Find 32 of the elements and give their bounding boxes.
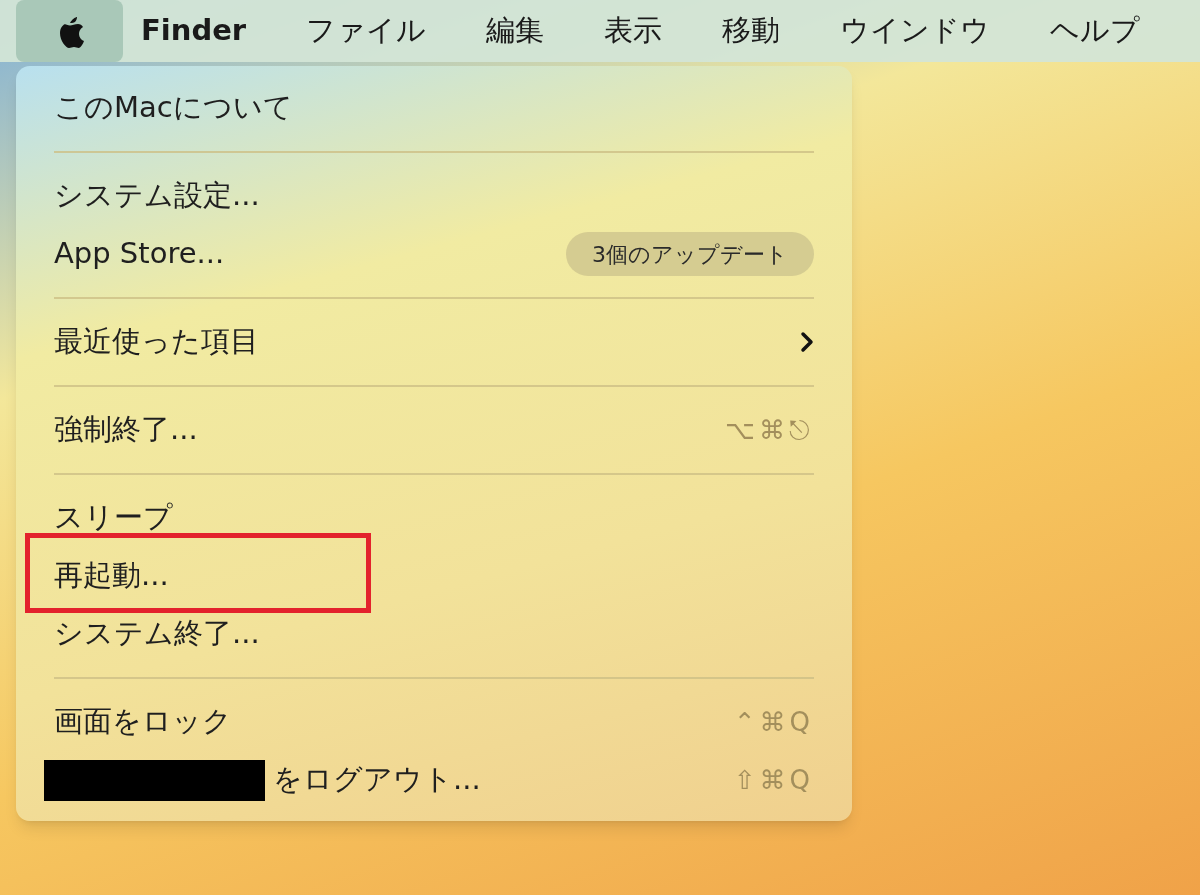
menu-item[interactable]: 最近使った項目	[16, 313, 852, 371]
menu-item-label: 強制終了...	[54, 411, 198, 449]
menu-item-label: システム終了...	[54, 615, 260, 653]
menu-item[interactable]: 強制終了... ⌥⌘⎋	[16, 401, 852, 459]
menu-item[interactable]: システム設定...	[16, 167, 852, 225]
menu-item[interactable]: 再起動...	[16, 547, 852, 605]
keyboard-shortcut: ⌥⌘⎋	[725, 413, 814, 447]
menu-bar-item[interactable]: 編集	[486, 9, 545, 53]
update-count-badge: 3個のアップデート	[566, 232, 814, 276]
menu-item-label: 再起動...	[54, 557, 169, 595]
keyboard-shortcut: ⇧⌘Q	[733, 763, 814, 797]
keyboard-shortcut: ⌃⌘Q	[733, 705, 814, 739]
menu-bar-item[interactable]: 移動	[722, 9, 781, 53]
apple-menu-button[interactable]	[16, 0, 123, 62]
menu-item[interactable]: をログアウト... ⇧⌘Q	[16, 751, 852, 809]
menu-item[interactable]: スリープ	[16, 489, 852, 547]
menu-bar-item[interactable]: ウインドウ	[840, 9, 991, 53]
menu-item-label: App Store...	[54, 235, 225, 273]
app-name-menu[interactable]: Finder	[141, 9, 247, 53]
menu-item[interactable]: 画面をロック ⌃⌘Q	[16, 693, 852, 751]
menu-item-label: スリープ	[54, 499, 173, 537]
menu-bar-item[interactable]: ファイル	[306, 9, 427, 53]
menu-item[interactable]: このMacについて	[16, 79, 852, 137]
menu-item-label: をログアウト...	[273, 761, 481, 799]
menu-item[interactable]: App Store... 3個のアップデート	[16, 225, 852, 283]
menu-item-label: このMacについて	[54, 89, 293, 127]
menu-item[interactable]: システム終了...	[16, 605, 852, 663]
menu-bar-item[interactable]: 表示	[604, 9, 663, 53]
menu-item-label: 画面をロック	[54, 703, 232, 741]
menu-item-label: システム設定...	[54, 177, 260, 215]
menu-item-label: 最近使った項目	[54, 323, 259, 361]
menu-bar-item[interactable]: ヘルプ	[1050, 9, 1141, 53]
